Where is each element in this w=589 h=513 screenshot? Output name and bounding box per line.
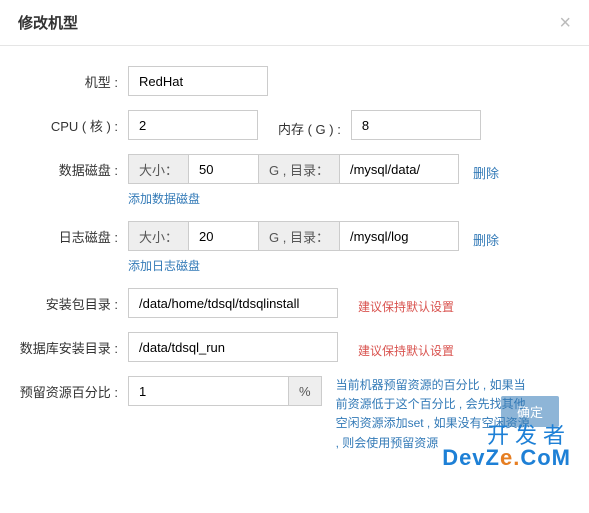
label-log-disk: 日志磁盘 : — [18, 221, 128, 246]
row-db-install-dir: 数据库安装目录 : 建议保持默认设置 — [18, 332, 571, 362]
add-data-disk-link[interactable]: 添加数据磁盘 — [128, 190, 200, 207]
log-disk-size-input[interactable] — [188, 221, 258, 251]
log-disk-delete-link[interactable]: 删除 — [473, 224, 499, 249]
install-dir-hint: 建议保持默认设置 — [358, 292, 454, 315]
label-install-dir: 安装包目录 : — [18, 288, 128, 313]
data-disk-dir-input[interactable] — [339, 154, 459, 184]
db-install-dir-input[interactable] — [128, 332, 338, 362]
log-disk-size-label: 大小： — [128, 221, 188, 251]
data-disk-size-label: 大小： — [128, 154, 188, 184]
row-install-dir: 安装包目录 : 建议保持默认设置 — [18, 288, 571, 318]
modal-header: 修改机型 × — [0, 0, 589, 46]
cpu-input[interactable] — [128, 110, 258, 140]
label-mem: 内存 ( G ) : — [258, 113, 351, 138]
label-data-disk: 数据磁盘 : — [18, 154, 128, 179]
confirm-button[interactable]: 确定 — [501, 396, 559, 427]
data-disk-delete-link[interactable]: 删除 — [473, 157, 499, 182]
row-reserve-pct: 预留资源百分比 : % 当前机器预留资源的百分比 , 如果当前资源低于这个百分比… — [18, 376, 571, 453]
model-input[interactable] — [128, 66, 268, 96]
db-install-dir-hint: 建议保持默认设置 — [358, 336, 454, 359]
log-disk-group: 大小： G , 目录： — [128, 221, 459, 251]
row-log-disk: 日志磁盘 : 大小： G , 目录： 删除 添加日志磁盘 — [18, 221, 571, 274]
log-disk-dir-label: G , 目录： — [258, 221, 339, 251]
install-dir-input[interactable] — [128, 288, 338, 318]
reserve-pct-unit: % — [288, 376, 322, 406]
label-cpu: CPU ( 核 ) : — [18, 110, 128, 135]
close-icon[interactable]: × — [559, 13, 571, 33]
row-model: 机型 : — [18, 66, 571, 96]
label-model: 机型 : — [18, 66, 128, 91]
reserve-pct-input[interactable] — [128, 376, 288, 406]
reserve-pct-group: % — [128, 376, 322, 406]
log-disk-dir-input[interactable] — [339, 221, 459, 251]
label-db-install-dir: 数据库安装目录 : — [18, 332, 128, 357]
modal-title: 修改机型 — [18, 12, 78, 33]
row-data-disk: 数据磁盘 : 大小： G , 目录： 删除 添加数据磁盘 — [18, 154, 571, 207]
data-disk-group: 大小： G , 目录： — [128, 154, 459, 184]
row-cpu-mem: CPU ( 核 ) : 内存 ( G ) : — [18, 110, 571, 140]
mem-input[interactable] — [351, 110, 481, 140]
data-disk-dir-label: G , 目录： — [258, 154, 339, 184]
data-disk-size-input[interactable] — [188, 154, 258, 184]
add-log-disk-link[interactable]: 添加日志磁盘 — [128, 257, 200, 274]
label-reserve-pct: 预留资源百分比 : — [18, 376, 128, 401]
